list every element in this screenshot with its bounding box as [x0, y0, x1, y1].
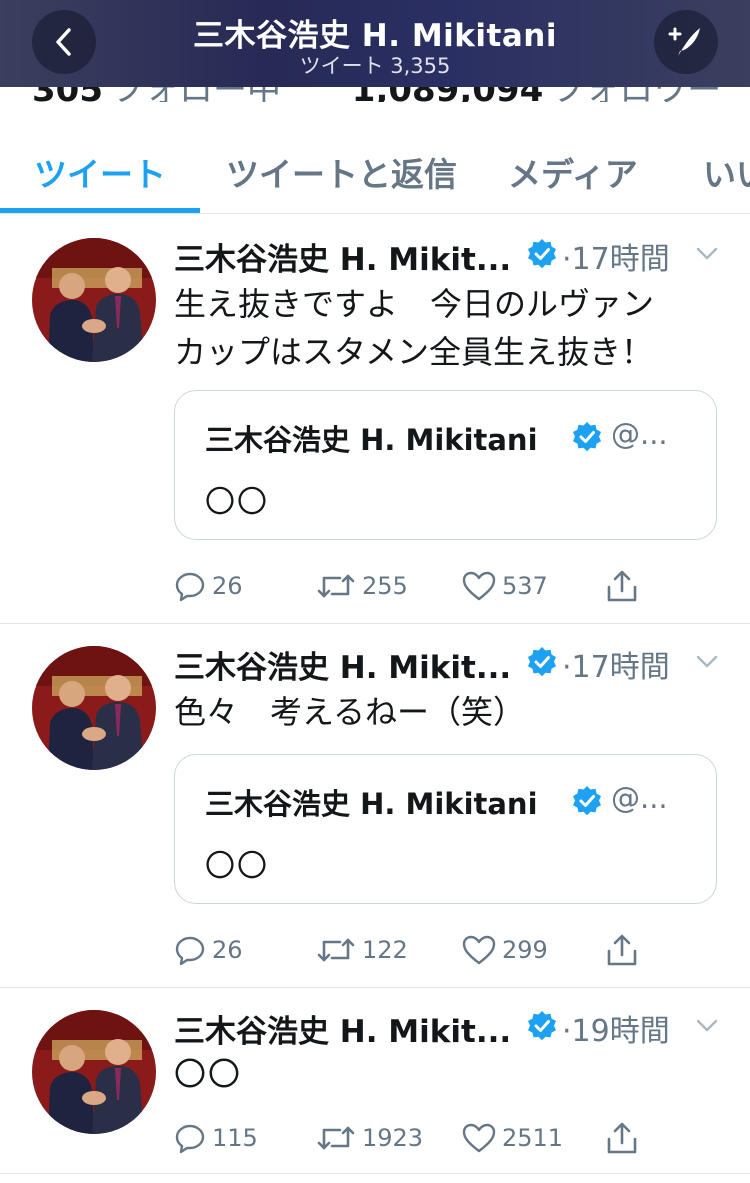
share-icon: [606, 569, 638, 603]
verified-badge-icon: [571, 785, 603, 817]
tweet-text-line: カップはスタメン全員生え抜き！: [174, 333, 654, 371]
tweet-item[interactable]: 三木谷浩史 H. Mikit... ·17時間 生え抜きですよ 今日のルヴァン …: [0, 216, 750, 624]
like-count: 299: [502, 936, 548, 964]
tweet-item[interactable]: 三木谷浩史 H. Mikit... ·17時間 色々 考えるねー（笑） 三木谷浩…: [0, 624, 750, 988]
retweet-count: 255: [362, 572, 408, 600]
tweet-actions: 26 122 299: [174, 930, 654, 970]
profile-tabs: ツイート ツイートと返信 メディア いいね: [0, 126, 750, 214]
share-button[interactable]: [606, 566, 638, 606]
reply-icon: [174, 570, 206, 602]
author-name[interactable]: 三木谷浩史 H. Mikit...: [174, 234, 511, 279]
retweet-icon: [316, 570, 356, 602]
quoted-tweet-text: 〇〇: [205, 849, 269, 884]
like-button[interactable]: 2511: [462, 1118, 563, 1158]
retweet-icon: [316, 1122, 356, 1154]
retweet-count: 122: [362, 936, 408, 964]
compose-tweet-button[interactable]: [654, 10, 718, 74]
reply-count: 115: [212, 1124, 258, 1152]
tweet-actions: 115 1923 2511: [174, 1118, 654, 1158]
share-icon: [606, 1121, 638, 1155]
tweet-timestamp[interactable]: ·17時間: [562, 234, 670, 278]
heart-icon: [462, 570, 496, 602]
chevron-down-icon[interactable]: [694, 240, 720, 266]
tweet-header: 三木谷浩史 H. Mikit... ·19時間: [174, 1006, 730, 1050]
tab-media[interactable]: メディア: [508, 148, 638, 196]
header-title: 三木谷浩史 H. Mikitani: [193, 18, 557, 54]
avatar[interactable]: [32, 646, 156, 770]
reply-button[interactable]: 115: [174, 1118, 258, 1158]
author-name[interactable]: 三木谷浩史 H. Mikit...: [174, 1006, 511, 1051]
retweet-button[interactable]: 1923: [316, 1118, 423, 1158]
like-count: 2511: [502, 1124, 564, 1152]
tab-tweets[interactable]: ツイート: [34, 148, 166, 196]
chevron-down-icon[interactable]: [694, 648, 720, 674]
compose-quill-icon: [668, 27, 700, 56]
share-button[interactable]: [606, 930, 638, 970]
tweet-actions: 26 255 537: [174, 566, 654, 606]
tweet-text-line: 色々 考えるねー（笑）: [174, 693, 526, 731]
like-button[interactable]: 537: [462, 566, 548, 606]
avatar[interactable]: [32, 1010, 156, 1134]
quoted-author-name: 三木谷浩史 H. Mikitani: [205, 423, 538, 457]
retweet-count: 1923: [362, 1124, 424, 1152]
retweet-button[interactable]: 122: [316, 930, 408, 970]
share-icon: [606, 933, 638, 967]
avatar[interactable]: [32, 238, 156, 362]
verified-badge-icon: [526, 646, 558, 678]
share-button[interactable]: [606, 1118, 638, 1158]
chevron-down-icon[interactable]: [694, 1012, 720, 1038]
tweet-text-line: 〇〇: [174, 1055, 243, 1093]
verified-badge-icon: [526, 1010, 558, 1042]
quoted-tweet-text: 〇〇: [205, 485, 269, 520]
tweet-header: 三木谷浩史 H. Mikit... ·17時間: [174, 234, 730, 278]
reply-icon: [174, 1122, 206, 1154]
like-count: 537: [502, 572, 548, 600]
tweet-text: 生え抜きですよ 今日のルヴァン カップはスタメン全員生え抜き！: [174, 280, 720, 376]
retweet-button[interactable]: 255: [316, 566, 408, 606]
like-button[interactable]: 299: [462, 930, 548, 970]
tweet-text: 色々 考えるねー（笑）: [174, 688, 720, 736]
reply-icon: [174, 934, 206, 966]
author-name[interactable]: 三木谷浩史 H. Mikit...: [174, 642, 511, 687]
heart-icon: [462, 934, 496, 966]
quoted-tweet[interactable]: 三木谷浩史 H. Mikitani @... 〇〇: [174, 390, 717, 540]
retweet-icon: [316, 934, 356, 966]
reply-count: 26: [212, 936, 243, 964]
tweet-timestamp[interactable]: ·17時間: [562, 642, 670, 686]
active-tab-indicator: [0, 208, 200, 213]
quoted-author-handle: @...: [611, 781, 668, 815]
verified-badge-icon: [526, 238, 558, 270]
tweet-timestamp[interactable]: ·19時間: [562, 1006, 670, 1050]
tweet-item[interactable]: 三木谷浩史 H. Mikit... ·19時間 〇〇 115 1923 2511: [0, 988, 750, 1174]
tweet-text-line: 生え抜きですよ 今日のルヴァン: [174, 285, 655, 323]
tab-tweets-and-replies[interactable]: ツイートと返信: [226, 148, 457, 196]
reply-button[interactable]: 26: [174, 566, 243, 606]
quoted-author-name: 三木谷浩史 H. Mikitani: [205, 787, 538, 821]
quoted-author-handle: @...: [611, 417, 668, 451]
tweet-count: ツイート 3,355: [299, 54, 451, 78]
quoted-tweet[interactable]: 三木谷浩史 H. Mikitani @... 〇〇: [174, 754, 717, 904]
reply-count: 26: [212, 572, 243, 600]
tweet-header: 三木谷浩史 H. Mikit... ·17時間: [174, 642, 730, 686]
tab-likes[interactable]: いいね: [703, 148, 750, 196]
verified-badge-icon: [571, 421, 603, 453]
profile-header: 三木谷浩史 H. Mikitani ツイート 3,355: [0, 0, 750, 87]
heart-icon: [462, 1122, 496, 1154]
reply-button[interactable]: 26: [174, 930, 243, 970]
tweet-text: 〇〇: [174, 1050, 720, 1098]
